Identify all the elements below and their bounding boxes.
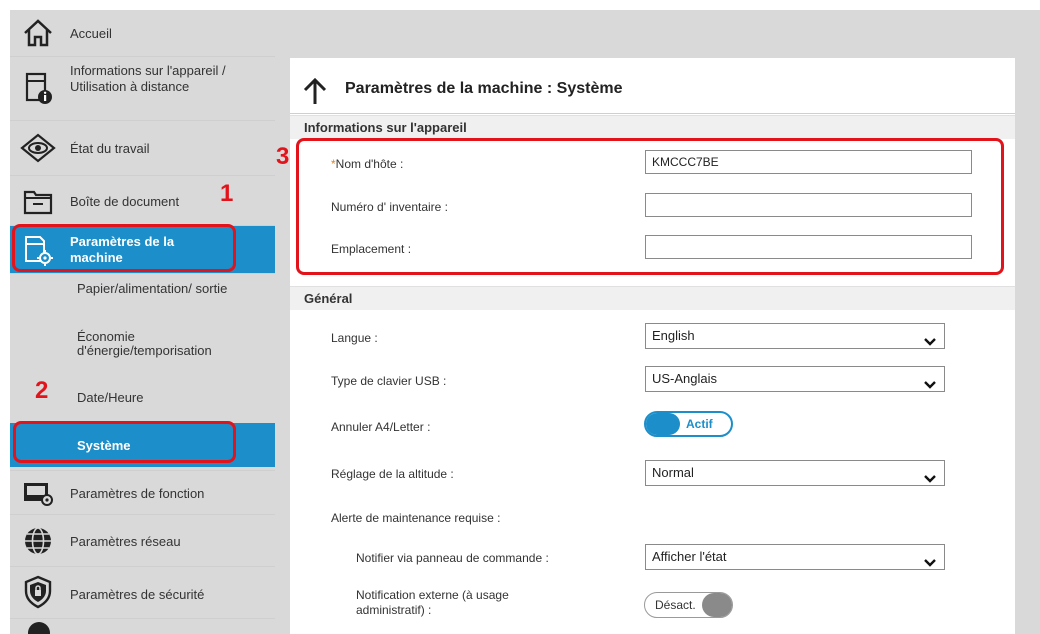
callout-box-device-info [296,138,1004,275]
sidebar-item-document-box[interactable]: Boîte de document [10,176,275,226]
chevron-down-icon [924,552,936,576]
callout-number-1: 1 [220,180,234,207]
panel-notify-select[interactable]: Afficher l'état [645,544,945,570]
chevron-down-icon [924,374,936,398]
sidebar: Accueil Informations sur l'appareil / Ut… [10,10,275,634]
sidebar-item-label: Paramètres de fonction [70,486,205,501]
external-notify-toggle[interactable]: Désact. [644,592,733,618]
sidebar-item-network-settings[interactable]: Paramètres réseau [10,515,275,567]
sidebar-item-label: Paramètres de sécurité [70,587,205,602]
divider [290,113,1015,114]
sidebar-item-label: Accueil [70,26,112,41]
callout-box-machine-settings [12,224,236,272]
panel-notify-label: Notifier via panneau de commande : [356,551,549,565]
maintenance-alert-label: Alerte de maintenance requise : [331,511,501,525]
sidebar-item-job-status[interactable]: État du travail [10,121,275,176]
callout-number-2: 2 [35,377,49,404]
sidebar-item-security-settings[interactable]: Paramètres de sécurité [10,567,275,619]
altitude-select[interactable]: Normal [645,460,945,486]
sidebar-subitem-paper[interactable]: Papier/alimentation/ sortie [10,274,275,320]
override-a4-letter-label: Annuler A4/Letter : [331,420,431,434]
override-a4-letter-toggle[interactable]: Actif [644,411,733,437]
callout-number-3: 3 [276,143,290,170]
sidebar-item-label: État du travail [70,141,150,156]
sidebar-item-home[interactable]: Accueil [10,10,275,57]
section-heading-general: Général [290,286,1015,310]
section-heading-device-info: Informations sur l'appareil [290,115,1015,139]
chevron-down-icon [924,468,936,492]
sidebar-subitem-label: Date/Heure [77,390,144,405]
back-arrow-icon[interactable] [300,76,330,111]
language-label: Langue : [331,331,378,345]
panel-notify-select-value: Afficher l'état [652,549,727,564]
sidebar-subitem-label: Économie d'énergie/temporisation [77,329,212,358]
chevron-down-icon [924,331,936,355]
folder-icon [18,181,58,221]
user-icon [28,622,50,634]
language-select-value: English [652,328,695,343]
page-title: Paramètres de la machine : Système [345,80,623,97]
altitude-select-value: Normal [652,465,694,480]
sidebar-subitem-label: Papier/alimentation/ sortie [77,281,228,296]
device-info-icon [18,69,58,109]
sidebar-item-label: Boîte de document [70,194,180,209]
sidebar-item-device-info[interactable]: Informations sur l'appareil / Utilisatio… [10,57,275,121]
eye-icon [18,128,58,168]
shield-lock-icon [18,572,58,612]
sidebar-subitem-date-time[interactable]: Date/Heure [10,375,275,420]
toggle-knob [646,413,680,435]
sidebar-item-label: Informations sur l'appareil / Utilisatio… [70,63,226,94]
home-icon [18,13,58,53]
sidebar-item-function-settings[interactable]: Paramètres de fonction [10,470,275,515]
callout-box-system [13,421,236,463]
altitude-label: Réglage de la altitude : [331,467,454,481]
toggle-knob [702,593,732,617]
language-select[interactable]: English [645,323,945,349]
usb-keyboard-label: Type de clavier USB : [331,374,447,388]
function-settings-icon [18,473,58,513]
toggle-state-label: Actif [686,417,713,431]
globe-icon [18,521,58,561]
usb-keyboard-select[interactable]: US-Anglais [645,366,945,392]
usb-keyboard-select-value: US-Anglais [652,371,718,386]
sidebar-item-label: Paramètres réseau [70,534,181,549]
sidebar-subitem-energy[interactable]: Économie d'énergie/temporisation [10,320,275,375]
external-notify-label: Notification externe (à usage administra… [356,588,509,617]
toggle-state-label: Désact. [655,598,696,612]
